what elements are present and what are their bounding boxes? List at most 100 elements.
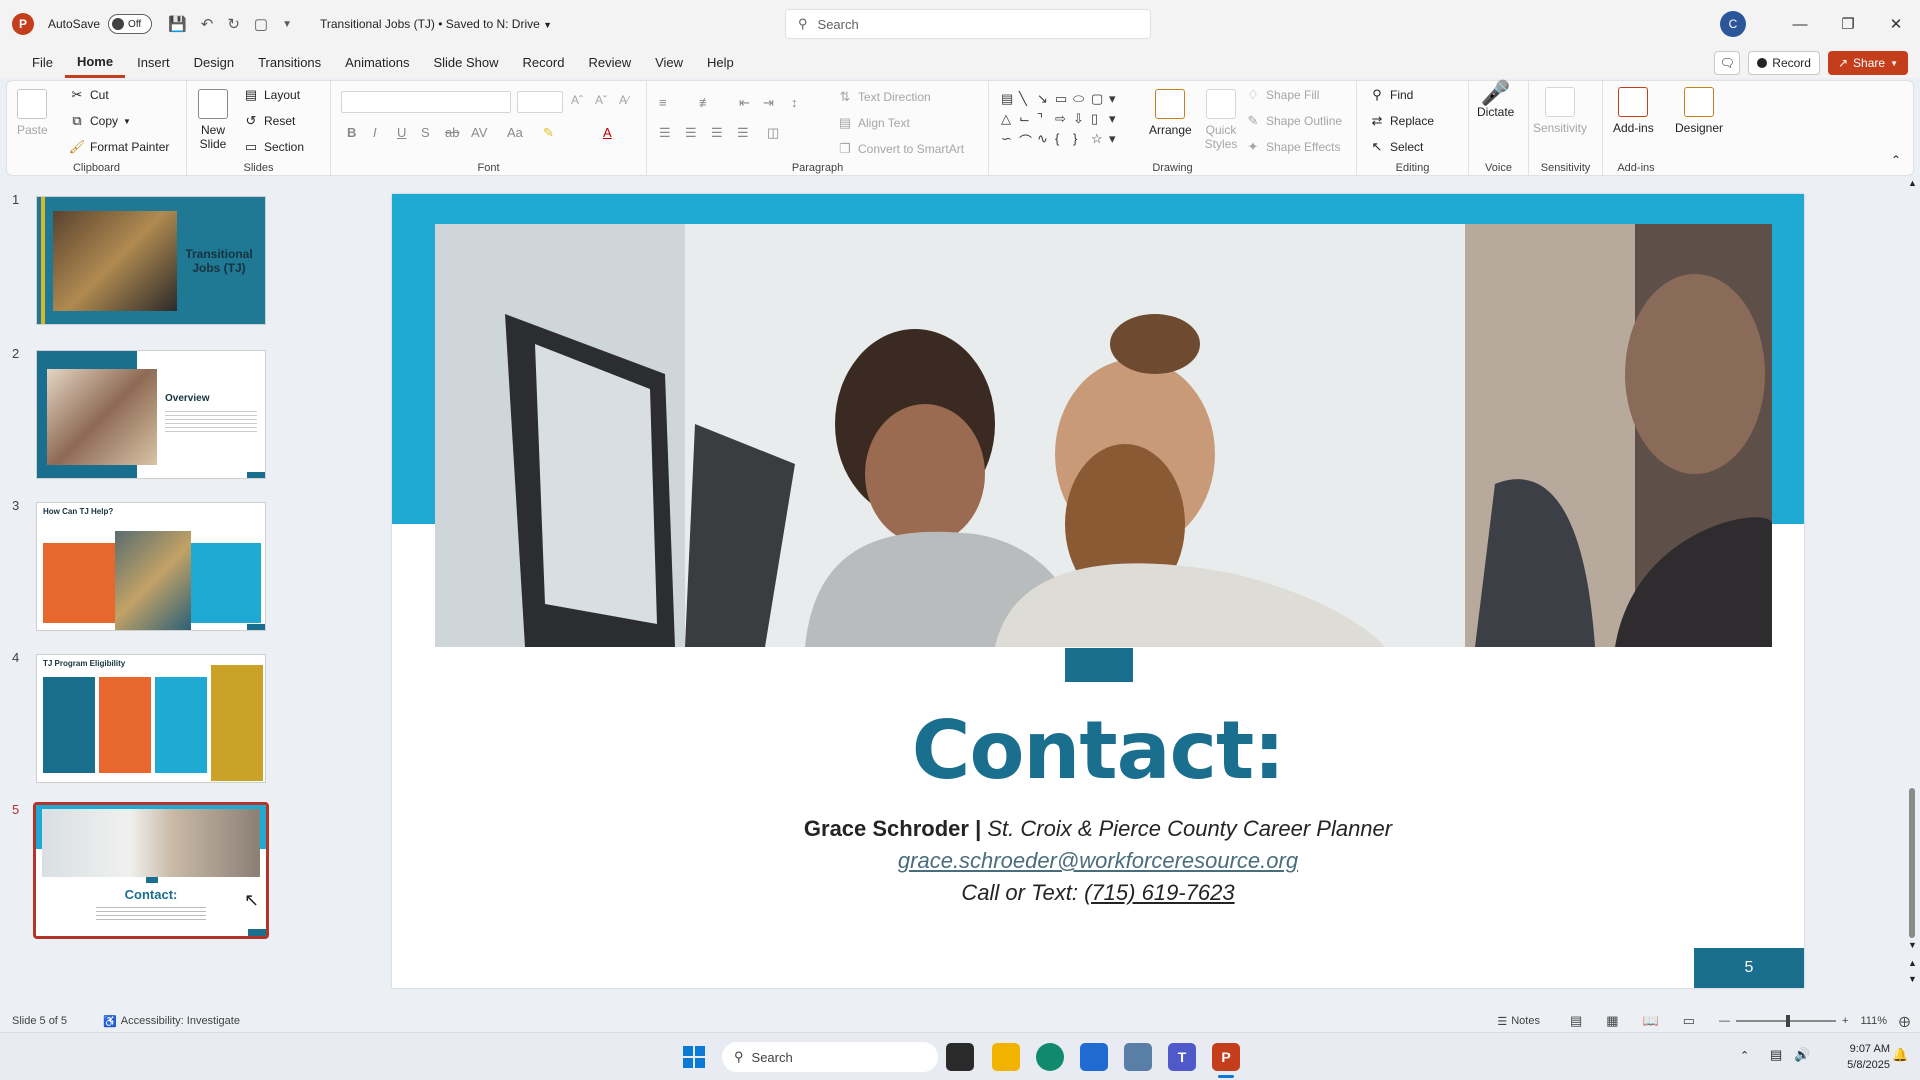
format-painter-button[interactable]: 🖌 Format Painter: [69, 139, 170, 155]
contact-phone-line[interactable]: Call or Text: (715) 619-7623: [392, 880, 1804, 906]
notes-button[interactable]: ☰ Notes: [1497, 1015, 1540, 1028]
comments-icon[interactable]: 🗨: [1714, 51, 1741, 75]
convert-smartart-button[interactable]: ❐ Convert to SmartArt: [837, 141, 964, 157]
vertical-scrollbar[interactable]: ▲ ▼ ▲ ▼: [1904, 178, 1920, 1010]
store-icon[interactable]: [1080, 1043, 1108, 1071]
customize-qat-icon[interactable]: ▼: [282, 19, 292, 30]
decrease-indent-icon[interactable]: ⇤: [739, 95, 750, 111]
find-button[interactable]: ⚲ Find: [1369, 87, 1413, 103]
redo-icon[interactable]: ↻: [227, 15, 240, 33]
callout-icon[interactable]: ▯: [1091, 111, 1109, 131]
underline-icon[interactable]: U: [397, 125, 406, 140]
contact-name-line[interactable]: Grace Schroder | St. Croix & Pierce Coun…: [392, 816, 1804, 842]
tab-slide-show[interactable]: Slide Show: [421, 48, 510, 78]
character-spacing-icon[interactable]: AV: [471, 125, 487, 140]
edge-browser-icon[interactable]: [1036, 1043, 1064, 1071]
search-input[interactable]: ⚲ Search: [785, 9, 1151, 39]
increase-indent-icon[interactable]: ⇥: [763, 95, 774, 111]
network-icon[interactable]: ▤: [1770, 1047, 1782, 1063]
dictate-button[interactable]: 🎤 Dictate: [1477, 82, 1514, 120]
arrange-button[interactable]: Arrange: [1149, 89, 1192, 137]
cut-button[interactable]: ✂ Cut: [69, 87, 109, 103]
autosave-control[interactable]: AutoSave Off: [48, 14, 153, 34]
slide-photo[interactable]: [435, 224, 1772, 647]
layout-button[interactable]: ▤ Layout: [243, 87, 300, 103]
restore-icon[interactable]: ❐: [1824, 0, 1872, 48]
next-slide-icon[interactable]: ▼: [1908, 974, 1917, 984]
show-hidden-icons[interactable]: ⌃: [1740, 1049, 1749, 1062]
collapse-ribbon-icon[interactable]: ⌃: [1891, 153, 1901, 167]
fit-to-window-icon[interactable]: ⨁: [1899, 1015, 1910, 1028]
contact-email-line[interactable]: grace.schroeder@workforceresource.org: [392, 848, 1804, 874]
justify-icon[interactable]: ☰: [737, 125, 749, 141]
align-left-icon[interactable]: ☰: [659, 125, 671, 141]
down-arrow-icon[interactable]: ⇩: [1073, 111, 1091, 131]
volume-icon[interactable]: 🔊: [1794, 1047, 1810, 1063]
align-right-icon[interactable]: ☰: [711, 125, 723, 141]
section-button[interactable]: ▭ Section: [243, 139, 304, 155]
tab-review[interactable]: Review: [576, 48, 643, 78]
clock[interactable]: 9:07 AM 5/8/2025: [1820, 1041, 1890, 1073]
contact-phone[interactable]: (715) 619-7623: [1084, 880, 1234, 905]
text-direction-button[interactable]: ⇅ Text Direction: [837, 89, 931, 105]
align-text-button[interactable]: ▤ Align Text: [837, 115, 910, 131]
tab-design[interactable]: Design: [182, 48, 246, 78]
scroll-down-icon[interactable]: ▼: [1908, 940, 1917, 950]
addins-button[interactable]: Add-ins: [1613, 87, 1654, 135]
wave-icon[interactable]: ∿: [1037, 131, 1055, 151]
brace-close-icon[interactable]: }: [1073, 131, 1091, 151]
scrollbar-thumb[interactable]: [1909, 788, 1915, 938]
slide-thumbnail-2[interactable]: Overview: [36, 350, 266, 479]
zoom-out-icon[interactable]: —: [1719, 1015, 1730, 1027]
italic-icon[interactable]: I: [373, 125, 377, 140]
windows-start-icon[interactable]: [680, 1043, 708, 1071]
oval-icon[interactable]: ⬭: [1073, 91, 1091, 111]
select-button[interactable]: ↖ Select: [1369, 139, 1424, 155]
minimize-icon[interactable]: —: [1776, 0, 1824, 48]
new-slide-button[interactable]: New Slide: [195, 89, 231, 151]
zoom-in-icon[interactable]: +: [1842, 1015, 1848, 1027]
task-view-icon[interactable]: [946, 1043, 974, 1071]
gallery-down-icon[interactable]: ▾: [1109, 111, 1127, 131]
gallery-expand-icon[interactable]: ▾: [1109, 131, 1127, 151]
tab-help[interactable]: Help: [695, 48, 746, 78]
tab-animations[interactable]: Animations: [333, 48, 421, 78]
zoom-slider-thumb[interactable]: [1786, 1015, 1791, 1027]
align-center-icon[interactable]: ☰: [685, 125, 697, 141]
normal-view-icon[interactable]: ▤: [1570, 1013, 1582, 1029]
star-icon[interactable]: ☆: [1091, 131, 1109, 151]
change-case-icon[interactable]: Aa: [507, 125, 523, 140]
more-shapes-icon[interactable]: ▾: [1109, 91, 1127, 111]
shrink-font-icon[interactable]: Aˇ: [595, 93, 607, 107]
tab-home[interactable]: Home: [64, 48, 126, 78]
slide-show-icon[interactable]: ▭: [1683, 1013, 1695, 1029]
columns-icon[interactable]: ◫: [767, 125, 779, 141]
bullets-icon[interactable]: ≡: [659, 95, 667, 110]
strikethrough-icon[interactable]: ab: [445, 125, 459, 140]
font-size-select[interactable]: [517, 91, 563, 113]
tab-transitions[interactable]: Transitions: [246, 48, 333, 78]
undo-icon[interactable]: ↶: [201, 15, 214, 33]
avatar[interactable]: C: [1720, 11, 1746, 37]
grow-font-icon[interactable]: Aˆ: [571, 93, 583, 107]
tab-file[interactable]: File: [20, 48, 65, 78]
numbering-icon[interactable]: ≢: [699, 95, 712, 110]
slide-thumbnail-1[interactable]: Transitional Jobs (TJ): [36, 196, 266, 325]
present-icon[interactable]: ▢: [254, 15, 268, 33]
paste-button[interactable]: Paste: [17, 89, 48, 137]
bold-icon[interactable]: B: [347, 125, 356, 140]
highlight-icon[interactable]: ✎: [543, 125, 554, 141]
slide-canvas[interactable]: Contact: Grace Schroder | St. Croix & Pi…: [392, 194, 1804, 988]
font-size-buttons[interactable]: Aˆ Aˇ A∕: [571, 93, 629, 107]
copy-button[interactable]: ⧉ Copy ▼: [69, 113, 131, 129]
document-title[interactable]: Transitional Jobs (TJ) • Saved to N: Dri…: [320, 17, 552, 31]
rectangle-icon[interactable]: ▭: [1055, 91, 1073, 111]
textbox-icon[interactable]: ▤: [1001, 91, 1019, 111]
zoom-slider[interactable]: [1736, 1015, 1837, 1027]
tab-insert[interactable]: Insert: [125, 48, 182, 78]
triangle-icon[interactable]: △: [1001, 111, 1019, 131]
camera-icon[interactable]: [1124, 1043, 1152, 1071]
teams-icon[interactable]: T: [1168, 1043, 1196, 1071]
zoom-level[interactable]: 111%: [1860, 1015, 1887, 1027]
right-arrow-icon[interactable]: ⇨: [1055, 111, 1073, 131]
